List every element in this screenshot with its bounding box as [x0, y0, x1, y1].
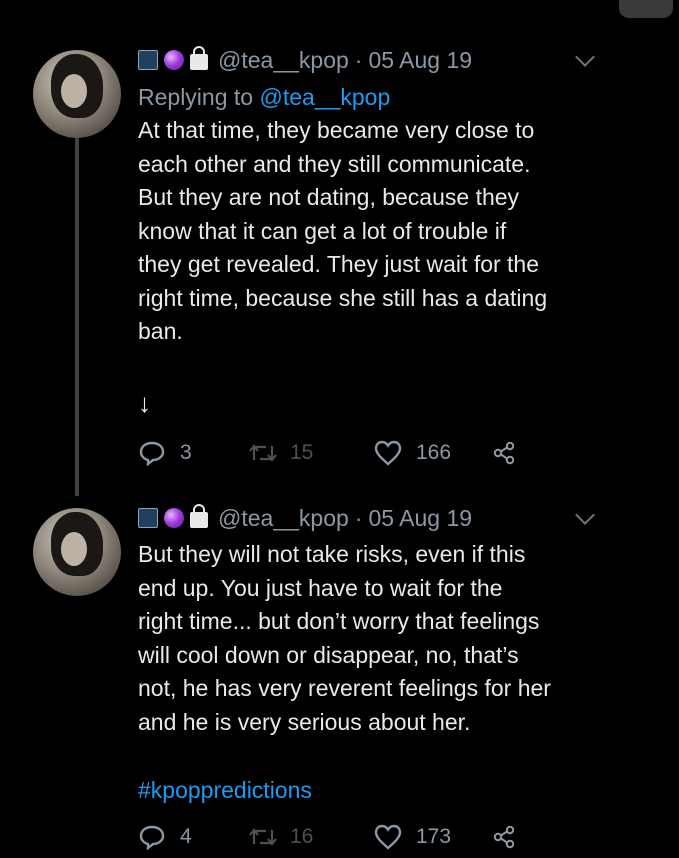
share-icon[interactable] — [492, 441, 516, 465]
retweet-button[interactable]: 15 — [248, 441, 374, 465]
retweet-count: 15 — [290, 440, 314, 464]
user-handle[interactable]: @tea__kpop — [218, 505, 349, 532]
reply-count: 3 — [180, 440, 192, 464]
hashtag-link[interactable]: #kpoppredictions — [138, 773, 658, 807]
purple-orb-icon — [164, 50, 184, 70]
down-arrow: ↓ — [138, 387, 151, 418]
reply-icon — [139, 441, 165, 466]
mention-link[interactable]: @tea__kpop — [259, 84, 390, 110]
tweet-text: But they will not take risks, even if th… — [138, 541, 551, 735]
corner-bubble-icon — [619, 0, 673, 18]
reply-button[interactable]: 3 — [138, 440, 248, 466]
user-handle[interactable]: @tea__kpop — [218, 47, 349, 74]
reply-count: 4 — [180, 825, 192, 848]
header-separator: · — [354, 504, 363, 531]
heart-icon — [374, 824, 402, 850]
tweet-actions: 3 15 166 — [138, 433, 658, 473]
tweet-content: @tea__kpop · 05 Aug 19 But they will not… — [138, 498, 658, 857]
reply-icon — [139, 825, 165, 850]
tweet-date[interactable]: 05 Aug 19 — [368, 47, 472, 74]
lock-icon — [190, 46, 208, 70]
retweet-icon — [249, 828, 277, 846]
retweet-icon — [249, 443, 277, 462]
photo-badge-icon — [138, 50, 158, 70]
purple-orb-icon — [164, 508, 184, 528]
like-button[interactable]: 166 — [374, 440, 492, 466]
retweet-button[interactable]: 16 — [248, 825, 374, 849]
share-icon[interactable] — [492, 825, 516, 849]
replying-prefix: Replying to — [138, 84, 260, 110]
tweet-content: @tea__kpop · 05 Aug 19 Replying to @tea_… — [138, 40, 658, 473]
thread-line — [75, 134, 79, 496]
header-separator: · — [354, 46, 363, 73]
like-count: 173 — [416, 825, 452, 848]
like-count: 166 — [416, 440, 452, 464]
tweet-text: At that time, they became very close to … — [138, 117, 548, 344]
replying-to: Replying to @tea__kpop — [138, 80, 658, 114]
like-button[interactable]: 173 — [374, 824, 492, 850]
tweet-actions: 4 16 173 — [138, 817, 658, 857]
heart-icon — [374, 440, 402, 466]
lock-icon — [190, 504, 208, 528]
avatar[interactable] — [33, 50, 121, 138]
avatar[interactable] — [33, 508, 121, 596]
photo-badge-icon — [138, 508, 158, 528]
retweet-count: 16 — [290, 825, 314, 848]
reply-button[interactable]: 4 — [138, 824, 248, 850]
tweet-date[interactable]: 05 Aug 19 — [368, 505, 472, 532]
